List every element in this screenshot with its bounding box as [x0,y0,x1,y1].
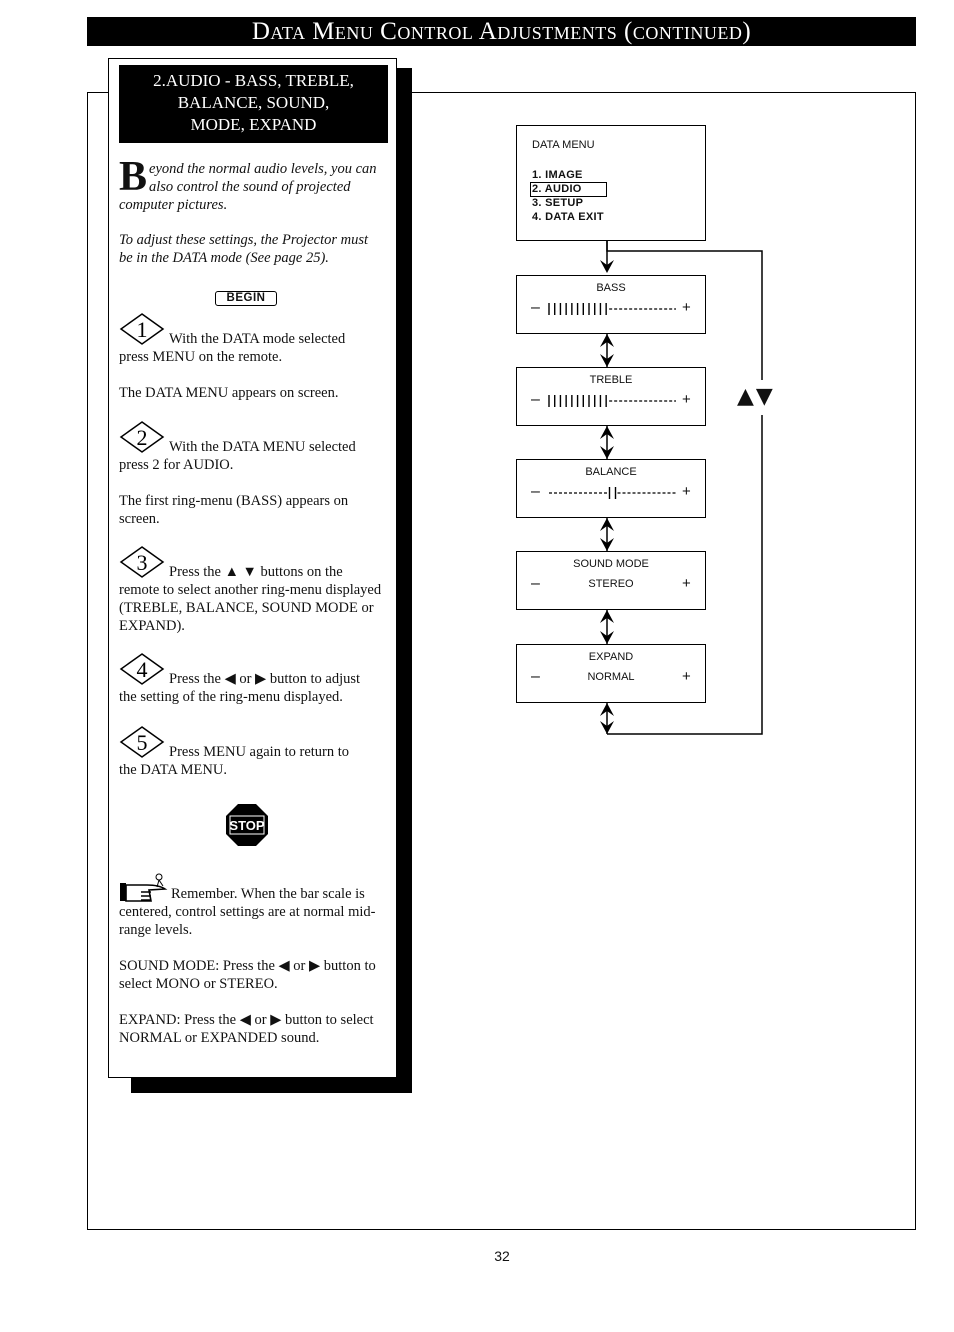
remember-note: Remember. When the bar scale is centered… [119,885,384,939]
remember-rest: centered, control settings are at normal… [119,904,376,938]
data-menu-item: 2. AUDIO [532,183,582,195]
intro-text: also control the sound of projected [149,179,351,195]
plus-sign: + [682,483,691,500]
drop-cap: B [119,154,148,200]
intro-text: computer pictures. [119,197,228,213]
expand-note: EXPAND: Press the ◀ or ▶ button to selec… [119,1012,374,1046]
ring-menu-value: STEREO [588,578,634,590]
data-menu-title: DATA MENU [532,139,595,151]
page-title-bar: Data Menu Control Adjustments (continued… [87,17,916,46]
section-heading-line: 2.AUDIO - BASS, TREBLE, [153,71,354,90]
step-lead: With the DATA MENU selected [169,439,356,455]
step-rest: remote to select another ring-menu displ… [119,582,382,634]
step-text: Press the ▲ ▼ buttons on the remote to se… [119,563,384,635]
data-menu-item: 4. DATA EXIT [532,211,604,223]
minus-sign: – [531,483,540,500]
stop-label: STOP [229,818,264,833]
ring-menu-label: TREBLE [589,374,633,386]
step-text: With the DATA mode selected press MENU on… [119,330,384,366]
ring-menu-value: NORMAL [587,671,635,683]
step-rest: the DATA MENU. [119,762,227,778]
step-text: With the DATA MENU selected press 2 for A… [119,438,384,474]
step-result: The DATA MENU appears on screen. [119,385,339,401]
intro-text: eyond the normal audio levels, you can [149,161,377,177]
page-title: Data Menu Control Adjustments (continued… [251,18,752,45]
minus-sign: – [531,391,540,408]
step-lead: Press MENU again to return to [169,744,350,760]
step-lead: With the DATA mode selected [169,331,346,347]
step-rest: press 2 for AUDIO. [119,457,234,473]
stop-sign-icon: STOP [226,804,268,846]
section-heading-line: MODE, EXPAND [190,115,317,134]
up-down-arrows-icon: ▲▼ [737,384,775,409]
section-heading: 2.AUDIO - BASS, TREBLE, BALANCE, SOUND, … [119,65,388,143]
mode-note: To adjust these settings, the Projector … [119,232,369,266]
step-text: Press the ◀ or ▶ button to adjust the set… [119,670,384,706]
step-text: Press MENU again to return to the DATA ME… [119,743,384,779]
plus-sign: + [682,299,691,316]
data-menu-item: 1. IMAGE [532,169,583,181]
step-lead: Press the ◀ or ▶ button to adjust [169,671,361,687]
remember-lead: Remember. When the bar scale is [171,886,365,902]
step-rest: press MENU on the remote. [119,349,283,365]
step-rest: the setting of the ring-menu displayed. [119,689,343,705]
ring-menu-label: EXPAND [588,651,634,663]
section-heading-line: BALANCE, SOUND, [177,93,330,112]
ring-menu-label: SOUND MODE [573,558,649,570]
data-menu-item: 3. SETUP [532,197,584,209]
ring-menu-label: BALANCE [585,466,637,478]
sound-mode-note: SOUND MODE: Press the ◀ or ▶ button to s… [119,958,376,992]
minus-sign: – [531,299,540,316]
begin-badge: BEGIN [215,291,277,306]
intro-paragraph: B eyond the normal audio levels, you can… [119,154,384,214]
step-result: The first ring-menu (BASS) appears on sc… [119,493,349,527]
step-lead: Press the ▲ ▼ buttons on the [169,564,343,580]
plus-sign: + [682,391,691,408]
ring-menu-label: BASS [596,282,626,294]
page-number: 32 [494,1248,510,1264]
